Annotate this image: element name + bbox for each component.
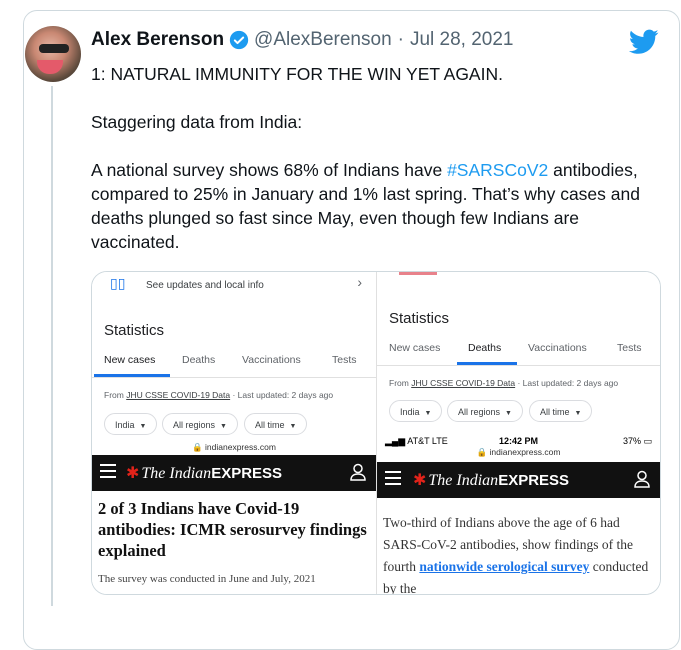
- menu-icon: [100, 464, 116, 482]
- caret-down-icon: ▼: [289, 423, 297, 430]
- tweet-header: Alex Berenson @AlexBerenson · Jul 28, 20…: [91, 28, 514, 52]
- tab-deaths-right: Deaths: [468, 342, 502, 354]
- thread-line: [51, 86, 53, 606]
- url-left: 🔒 indianexpress.com: [192, 442, 276, 452]
- status-time: 12:42 PM: [498, 436, 539, 446]
- source-prefix-left: From: [104, 390, 127, 400]
- author-avatar[interactable]: [25, 26, 81, 82]
- caret-down-icon: ▼: [139, 423, 147, 430]
- statusbar-right: ▂▄▆ AT&T LTE 12:42 PM 37% ▭ 🔒 indianexpr…: [377, 434, 660, 460]
- chip-label: India: [400, 407, 420, 417]
- chip-time-left: All time ▼: [244, 413, 308, 435]
- tabs-rule-right: [377, 365, 660, 366]
- logo-the: The Indian: [141, 465, 212, 482]
- tab-tests-left: Tests: [332, 354, 357, 366]
- url-text-left: indianexpress.com: [205, 442, 276, 452]
- ie-logo-right: ✱ The IndianEXPRESS: [413, 470, 569, 490]
- ie-header-left: ✱ The IndianEXPRESS: [92, 455, 376, 491]
- source-line-right: From JHU CSSE COVID-19 Data · Last updat…: [389, 378, 618, 388]
- tweet-body: 1: NATURAL IMMUNITY FOR THE WIN YET AGAI…: [91, 62, 661, 278]
- twitter-bird-icon[interactable]: [629, 29, 659, 55]
- author-name[interactable]: Alex Berenson: [91, 29, 224, 51]
- ie-header-right: ✱ The IndianEXPRESS: [377, 462, 660, 498]
- chip-regions-left: All regions ▼: [162, 413, 238, 435]
- stats-title-left: Statistics: [104, 322, 165, 339]
- red-strip: [399, 272, 437, 275]
- tab-new-cases-left: New cases: [104, 354, 156, 366]
- caret-down-icon: ▼: [424, 410, 432, 417]
- url-text-right: indianexpress.com: [489, 447, 561, 457]
- updates-text: See updates and local info: [146, 280, 264, 291]
- stats-tabs-right: New cases Deaths Vaccinations Tests: [377, 342, 660, 366]
- chip-label: All regions: [173, 420, 216, 430]
- avatar-glasses: [39, 44, 69, 53]
- updates-row: ▯▯ See updates and local info ›: [92, 272, 376, 308]
- chip-label: All time: [540, 407, 570, 417]
- media-image-right[interactable]: Statistics New cases Deaths Vaccinations…: [377, 272, 660, 594]
- caret-down-icon: ▼: [505, 410, 512, 417]
- flame-icon: ✱: [413, 472, 427, 489]
- chevron-right-icon: ›: [357, 274, 362, 290]
- tabs-rule-left: [92, 377, 376, 378]
- tweet-paragraph-3: A national survey shows 68% of Indians h…: [91, 158, 661, 254]
- user-icon: [634, 470, 650, 488]
- chip-india-left: India ▼: [104, 413, 158, 435]
- tweet-p3-before: A national survey shows 68% of Indians h…: [91, 160, 448, 180]
- article-link: nationwide serological survey: [419, 559, 590, 574]
- article-headline: 2 of 3 Indians have Covid-19 antibodies:…: [98, 499, 367, 560]
- tweet-date[interactable]: Jul 28, 2021: [410, 29, 514, 51]
- phone-info-icon: ▯▯: [110, 275, 126, 291]
- tab-tests-right: Tests: [617, 342, 642, 354]
- article-subline: The survey was conducted in June and Jul…: [98, 573, 316, 585]
- avatar-mask: [37, 60, 63, 74]
- header-separator: ·: [397, 29, 404, 50]
- tab-deaths-left: Deaths: [182, 354, 216, 366]
- ie-logo-left: ✱ The IndianEXPRESS: [126, 463, 282, 483]
- chip-label: All time: [255, 420, 285, 430]
- caret-down-icon: ▼: [574, 410, 582, 417]
- tweet-line-1: 1: NATURAL IMMUNITY FOR THE WIN YET AGAI…: [91, 64, 503, 84]
- logo-the: The Indian: [428, 472, 499, 489]
- chip-label: All regions: [458, 407, 501, 417]
- battery-text: 37%: [622, 436, 641, 446]
- article-snippet: Two-third of Indians above the age of 6 …: [383, 512, 655, 594]
- source-suffix-right: · Last updated: 2 days ago: [515, 378, 619, 388]
- source-line-left: From JHU CSSE COVID-19 Data · Last updat…: [104, 390, 333, 400]
- chip-india-right: India ▼: [389, 400, 443, 422]
- source-link-left: JHU CSSE COVID-19 Data: [126, 390, 231, 400]
- source-prefix-right: From: [389, 378, 412, 388]
- tweet-media[interactable]: ▯▯ See updates and local info › Statisti…: [91, 271, 661, 595]
- url-right: 🔒 indianexpress.com: [476, 447, 561, 457]
- chip-regions-right: All regions ▼: [447, 400, 523, 422]
- verified-badge-icon: [229, 30, 249, 50]
- source-link-right: JHU CSSE COVID-19 Data: [411, 378, 516, 388]
- caret-down-icon: ▼: [220, 423, 227, 430]
- tweet-line-2: Staggering data from India:: [91, 112, 303, 132]
- flame-icon: ✱: [126, 465, 140, 482]
- media-image-left[interactable]: ▯▯ See updates and local info › Statisti…: [92, 272, 376, 594]
- battery-indicator: 37% ▭: [622, 436, 652, 446]
- menu-icon: [385, 471, 401, 489]
- tab-new-cases-right: New cases: [389, 342, 441, 354]
- author-handle[interactable]: @AlexBerenson: [254, 29, 392, 51]
- tab-vaccinations-right: Vaccinations: [528, 342, 587, 354]
- logo-express: EXPRESS: [211, 465, 283, 482]
- chip-time-right: All time ▼: [529, 400, 593, 422]
- tab-vaccinations-left: Vaccinations: [242, 354, 301, 366]
- logo-express: EXPRESS: [498, 472, 570, 489]
- user-icon: [350, 463, 366, 481]
- chip-label: India: [115, 420, 135, 430]
- stats-title-right: Statistics: [389, 310, 450, 327]
- hashtag-link[interactable]: #SARSCoV2: [447, 160, 548, 180]
- source-suffix-left: · Last updated: 2 days ago: [230, 390, 334, 400]
